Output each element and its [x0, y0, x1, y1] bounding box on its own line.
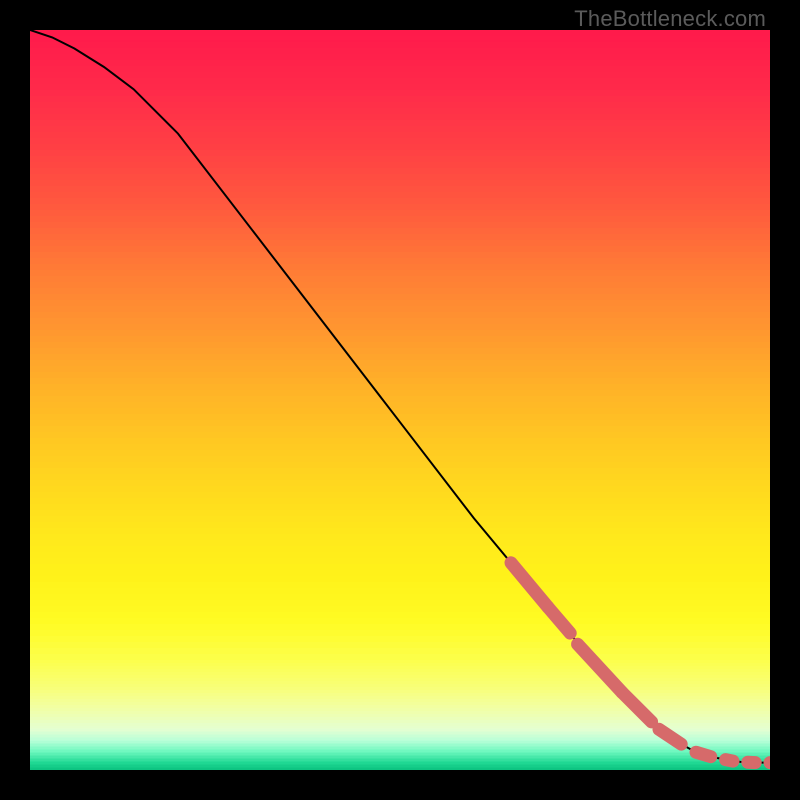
- highlight-end-dot: [764, 756, 771, 769]
- highlight-segment: [578, 644, 622, 692]
- highlight-segment: [511, 563, 548, 607]
- chart-frame: TheBottleneck.com: [0, 0, 800, 800]
- highlight-segment: [622, 692, 652, 722]
- plot-area: [30, 30, 770, 770]
- highlight-segment: [726, 760, 733, 761]
- highlight-segment: [659, 729, 681, 744]
- highlight-segment: [548, 607, 570, 633]
- watermark-text: TheBottleneck.com: [574, 6, 766, 32]
- curve-layer: [30, 30, 770, 770]
- highlight-segment: [696, 752, 711, 756]
- bottleneck-curve: [30, 30, 770, 763]
